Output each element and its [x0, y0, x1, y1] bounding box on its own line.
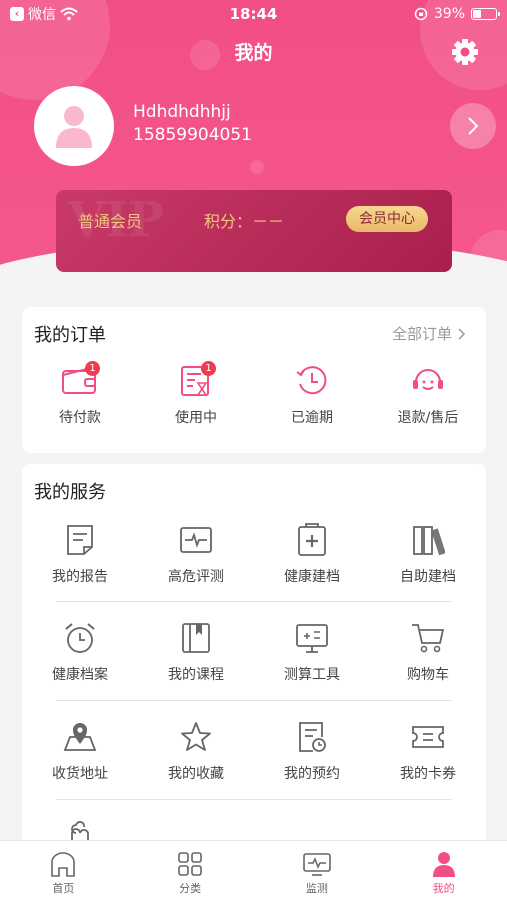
- all-orders-label: 全部订单: [391, 325, 452, 343]
- monitor-icon: [303, 853, 331, 876]
- avatar[interactable]: [34, 86, 114, 166]
- page-title: 我的: [234, 42, 273, 64]
- clock-history-icon: [292, 361, 332, 401]
- headset-icon: [408, 361, 448, 401]
- service-label: 健康档案: [52, 667, 108, 683]
- service-health-file[interactable]: 健康建档: [254, 520, 370, 586]
- services-card: 我的服务 我的报告 高危评测 健康建档 自助建档 健康档案 我的课程 测算工具 …: [22, 464, 486, 884]
- services-title: 我的服务: [34, 482, 106, 503]
- settings-gear-icon[interactable]: [448, 35, 482, 69]
- order-label: 退款/售后: [397, 410, 459, 426]
- profile-detail-button[interactable]: [450, 103, 496, 149]
- divider: [56, 601, 452, 602]
- vip-card: VIP 普通会员 积分：－－ 会员中心: [56, 190, 452, 272]
- service-label: 高危评测: [168, 569, 224, 585]
- home-icon: [51, 852, 76, 877]
- service-label: 健康建档: [284, 569, 340, 585]
- order-badge: 1: [85, 361, 100, 376]
- tab-monitor[interactable]: 监测: [254, 841, 381, 900]
- member-points: 积分：－－: [204, 212, 285, 231]
- service-label: 自助建档: [400, 569, 456, 585]
- member-center-button[interactable]: 会员中心: [346, 206, 428, 232]
- appointment-icon: [292, 717, 332, 757]
- service-label: 我的课程: [168, 667, 224, 683]
- bookmark-book-icon: [176, 618, 216, 658]
- tab-home[interactable]: 首页: [0, 841, 127, 900]
- decor-bubble: [250, 160, 264, 174]
- service-my-appointments[interactable]: 我的预约: [254, 717, 370, 783]
- chevron-right-icon: [468, 117, 479, 135]
- orders-card: 我的订单 全部订单 1 待付款 1 使用中 已逾期 退款/售后: [22, 307, 486, 453]
- service-label: 测算工具: [284, 667, 340, 683]
- battery-fill: [473, 10, 481, 18]
- calculator-screen-icon: [292, 618, 332, 658]
- user-name[interactable]: Hdhdhdhhjj: [133, 102, 231, 122]
- orders-title: 我的订单: [34, 325, 106, 346]
- hourglass-list-icon: 1: [176, 361, 216, 401]
- binders-icon: [408, 520, 448, 560]
- member-level: 普通会员: [78, 212, 143, 231]
- service-self-file[interactable]: 自助建档: [370, 520, 486, 586]
- order-label: 使用中: [175, 410, 217, 426]
- service-label: 我的收藏: [168, 766, 224, 782]
- order-pending-payment[interactable]: 1 待付款: [22, 361, 138, 427]
- tab-label: 首页: [52, 882, 75, 895]
- service-label: 购物车: [407, 667, 449, 683]
- chevron-right-icon: [458, 327, 466, 340]
- service-label: 我的卡券: [400, 766, 456, 782]
- status-bar: ‹ 微信 18:44 39%: [0, 0, 507, 28]
- divider: [56, 799, 452, 800]
- service-label: 我的报告: [52, 569, 108, 585]
- order-refund-aftersale[interactable]: 退款/售后: [370, 361, 486, 427]
- service-shopping-cart[interactable]: 购物车: [370, 618, 486, 684]
- service-my-report[interactable]: 我的报告: [22, 520, 138, 586]
- star-icon: [176, 717, 216, 757]
- order-badge: 1: [201, 361, 216, 376]
- tab-label: 我的: [432, 882, 455, 895]
- service-my-favorites[interactable]: 我的收藏: [138, 717, 254, 783]
- divider: [56, 700, 452, 701]
- tab-profile[interactable]: 我的: [380, 841, 507, 900]
- order-label: 待付款: [59, 410, 101, 426]
- map-pin-icon: [60, 717, 100, 757]
- service-my-coupons[interactable]: 我的卡券: [370, 717, 486, 783]
- order-overdue[interactable]: 已逾期: [254, 361, 370, 427]
- battery-percent: 39%: [433, 6, 465, 22]
- all-orders-link[interactable]: 全部订单: [392, 323, 466, 344]
- user-avatar-icon: [56, 106, 92, 148]
- pulse-monitor-icon: [176, 520, 216, 560]
- battery-icon: [471, 8, 500, 20]
- wifi-icon: [60, 7, 78, 21]
- order-in-use[interactable]: 1 使用中: [138, 361, 254, 427]
- service-my-courses[interactable]: 我的课程: [138, 618, 254, 684]
- report-icon: [60, 520, 100, 560]
- clock: 18:44: [229, 5, 278, 23]
- service-calculation-tools[interactable]: 测算工具: [254, 618, 370, 684]
- tab-label: 监测: [305, 882, 328, 895]
- service-high-risk-assessment[interactable]: 高危评测: [138, 520, 254, 586]
- carrier-label: 微信: [28, 7, 56, 23]
- tab-label: 分类: [179, 882, 202, 895]
- service-label: 我的预约: [284, 766, 340, 782]
- back-to-app-icon[interactable]: ‹: [10, 7, 24, 21]
- bottom-tab-bar: 首页 分类 监测 我的: [0, 840, 507, 900]
- user-phone: 15859904051: [133, 125, 252, 145]
- grid-icon: [178, 852, 202, 876]
- alarm-clock-icon: [60, 618, 100, 658]
- tab-category[interactable]: 分类: [127, 841, 254, 900]
- service-health-archive[interactable]: 健康档案: [22, 618, 138, 684]
- wallet-icon: 1: [60, 361, 100, 401]
- order-label: 已逾期: [291, 410, 333, 426]
- profile-icon: [432, 852, 455, 877]
- service-shipping-address[interactable]: 收货地址: [22, 717, 138, 783]
- medical-file-icon: [292, 520, 332, 560]
- cart-icon: [408, 618, 448, 658]
- orientation-lock-icon: [414, 7, 428, 21]
- service-label: 收货地址: [52, 766, 108, 782]
- ticket-icon: [408, 717, 448, 757]
